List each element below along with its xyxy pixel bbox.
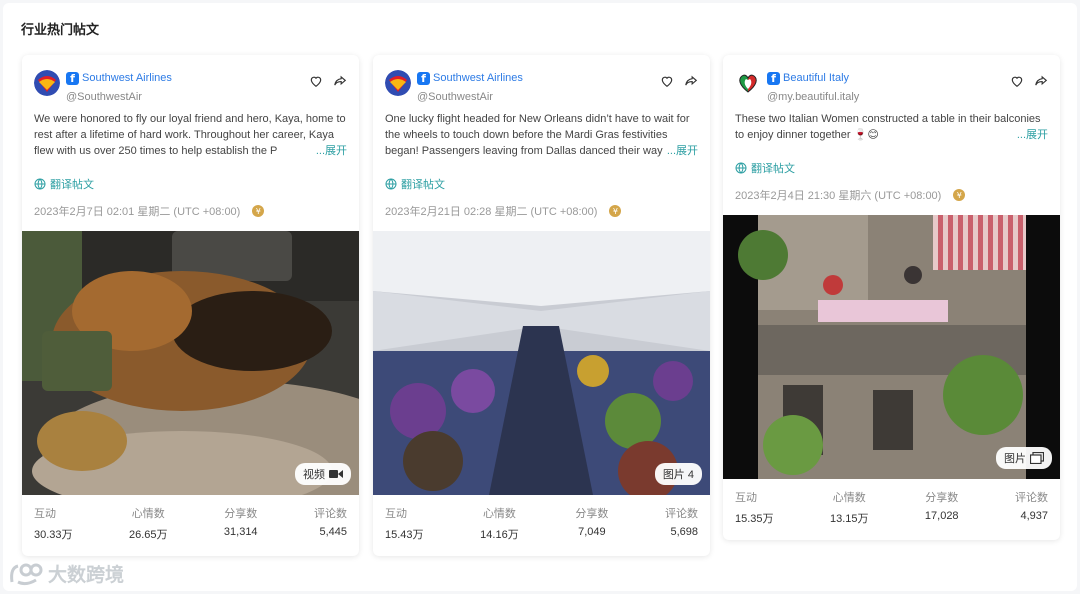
- expand-link[interactable]: ...展开: [311, 143, 347, 159]
- post-date: 2023年2月4日 21:30 星期六 (UTC +08:00): [735, 190, 942, 202]
- post-card[interactable]: f Southwest Airlines @SouthwestAir One l…: [373, 55, 710, 556]
- post-text: These two Italian Women constructed a ta…: [723, 111, 1060, 143]
- translate-button[interactable]: 翻译帖文: [22, 176, 359, 192]
- airplane-cabin-photo: [373, 231, 710, 495]
- coin-icon: ¥: [252, 205, 265, 217]
- post-date-row: 2023年2月21日 02:28 星期二 (UTC +08:00) ¥: [373, 203, 710, 219]
- stat-interactions: 互动 15.35万: [735, 492, 774, 525]
- post-header: f Southwest Airlines @SouthwestAir: [373, 55, 710, 111]
- brand-logo-icon: [10, 563, 43, 585]
- hot-posts-panel: 行业热门帖文 f Southwest Airlines @SouthwestAi…: [3, 3, 1077, 591]
- media-type-badge: 图片: [996, 447, 1052, 469]
- dog-photo: [22, 231, 359, 495]
- post-body: One lucky flight headed for New Orleans …: [385, 113, 690, 157]
- translate-label: 翻译帖文: [751, 163, 795, 175]
- post-body: We were honored to fly our loyal friend …: [34, 113, 346, 157]
- heart-icon[interactable]: [660, 74, 674, 88]
- stat-reactions: 心情数 26.65万: [128, 508, 168, 541]
- account-name[interactable]: Beautiful Italy: [783, 72, 849, 84]
- share-icon[interactable]: [684, 74, 698, 88]
- stat-comments: 评论数 5,698: [664, 508, 698, 538]
- section-title: 行业热门帖文: [21, 22, 100, 37]
- gallery-icon: [1030, 452, 1044, 464]
- globe-icon: [735, 162, 747, 174]
- translate-label: 翻译帖文: [401, 179, 445, 191]
- share-icon[interactable]: [333, 74, 347, 88]
- account-info: f Beautiful Italy @my.beautiful.italy: [767, 71, 859, 103]
- coin-icon: ¥: [609, 205, 622, 217]
- italy-heart-avatar[interactable]: [735, 70, 761, 96]
- post-body: These two Italian Women constructed a ta…: [735, 113, 1041, 141]
- heart-icon[interactable]: [309, 74, 323, 88]
- post-date-row: 2023年2月7日 02:01 星期二 (UTC +08:00) ¥: [22, 203, 359, 219]
- post-card[interactable]: f Beautiful Italy @my.beautiful.italy Th…: [723, 55, 1060, 540]
- media-badge-label: 视频: [303, 469, 325, 481]
- facebook-icon: f: [417, 71, 430, 85]
- globe-icon: [385, 178, 397, 190]
- stat-reactions: 心情数 14.16万: [480, 508, 519, 541]
- post-stats: 互动 30.33万 心情数 26.65万 分享数 31,314 评论数 5,445: [22, 495, 359, 556]
- post-card[interactable]: f Southwest Airlines @SouthwestAir We we…: [22, 55, 359, 556]
- media-type-badge: 视频: [295, 463, 351, 485]
- post-media[interactable]: 图片 4: [373, 231, 710, 495]
- account-name[interactable]: Southwest Airlines: [433, 72, 523, 84]
- account-handle: @my.beautiful.italy: [767, 91, 860, 103]
- share-icon[interactable]: [1034, 74, 1048, 88]
- stat-comments: 评论数 4,937: [1014, 492, 1048, 522]
- media-badge-label: 图片: [1004, 453, 1026, 465]
- heart-icon[interactable]: [1010, 74, 1024, 88]
- post-media[interactable]: 图片: [723, 215, 1060, 479]
- stat-shares: 分享数 31,314: [223, 508, 258, 538]
- facebook-icon: f: [66, 71, 79, 85]
- balcony-photo: [723, 215, 1060, 479]
- media-type-badge: 图片 4: [654, 463, 702, 485]
- stat-interactions: 互动 30.33万: [34, 508, 73, 541]
- post-date: 2023年2月7日 02:01 星期二 (UTC +08:00): [34, 206, 241, 218]
- post-date-row: 2023年2月4日 21:30 星期六 (UTC +08:00) ¥: [723, 187, 1060, 203]
- stat-shares: 分享数 7,049: [575, 508, 609, 538]
- stat-reactions: 心情数 13.15万: [829, 492, 869, 525]
- media-badge-label: 图片 4: [662, 469, 694, 481]
- post-text: One lucky flight headed for New Orleans …: [373, 111, 710, 159]
- translate-button[interactable]: 翻译帖文: [723, 160, 1060, 176]
- watermark: 大数跨境: [8, 560, 124, 587]
- watermark-text: 大数跨境: [48, 565, 125, 586]
- stat-shares: 分享数 17,028: [924, 492, 959, 522]
- expand-link[interactable]: ...展开: [662, 143, 698, 159]
- expand-link[interactable]: ...展开: [1012, 127, 1048, 143]
- southwest-avatar[interactable]: [385, 70, 411, 96]
- post-media[interactable]: 视频: [22, 231, 359, 495]
- post-header: f Southwest Airlines @SouthwestAir: [22, 55, 359, 111]
- post-date: 2023年2月21日 02:28 星期二 (UTC +08:00): [385, 206, 598, 218]
- post-header: f Beautiful Italy @my.beautiful.italy: [723, 55, 1060, 111]
- account-info: f Southwest Airlines @SouthwestAir: [417, 71, 523, 103]
- account-handle: @SouthwestAir: [417, 91, 493, 103]
- post-stats: 互动 15.43万 心情数 14.16万 分享数 7,049 评论数 5,698: [373, 495, 710, 556]
- account-handle: @SouthwestAir: [66, 91, 142, 103]
- globe-icon: [34, 178, 46, 190]
- account-name[interactable]: Southwest Airlines: [82, 72, 172, 84]
- facebook-icon: f: [767, 71, 780, 85]
- coin-icon: ¥: [953, 189, 966, 201]
- translate-label: 翻译帖文: [50, 179, 94, 191]
- post-text: We were honored to fly our loyal friend …: [22, 111, 359, 159]
- post-stats: 互动 15.35万 心情数 13.15万 分享数 17,028 评论数 4,937: [723, 479, 1060, 540]
- translate-button[interactable]: 翻译帖文: [373, 176, 710, 192]
- southwest-avatar[interactable]: [34, 70, 60, 96]
- stat-comments: 评论数 5,445: [313, 508, 347, 538]
- video-icon: [329, 470, 343, 478]
- stat-interactions: 互动 15.43万: [385, 508, 424, 541]
- account-info: f Southwest Airlines @SouthwestAir: [66, 71, 172, 103]
